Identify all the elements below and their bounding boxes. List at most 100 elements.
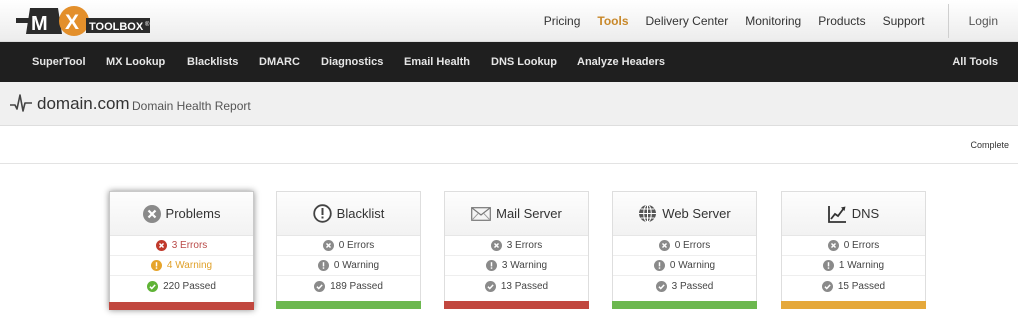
status-bar	[612, 301, 757, 309]
passed-row[interactable]: 15 Passed	[782, 276, 925, 296]
status-strip	[0, 126, 1018, 164]
nav-divider	[947, 4, 949, 38]
error-icon	[490, 240, 502, 251]
top-nav-menu: Pricing Tools Delivery Center Monitoring…	[544, 0, 1018, 42]
card-title: Blacklist	[336, 206, 385, 221]
passed-count: 3 Passed	[671, 280, 714, 292]
card-mail-server[interactable]: Mail Server 3 Errors 3 Warning 13 Passed	[444, 191, 589, 309]
nav-delivery-center[interactable]: Delivery Center	[646, 14, 729, 28]
warning-icon	[150, 260, 162, 271]
card-header: DNS	[782, 192, 925, 236]
errors-count: 3 Errors	[171, 240, 208, 251]
check-icon	[484, 280, 496, 292]
check-icon	[314, 280, 326, 292]
logo-word: TOOLBOX	[89, 21, 144, 33]
card-problems[interactable]: Problems 3 Errors 4 Warning 220 Passed	[109, 191, 254, 310]
chart-icon	[827, 205, 847, 223]
card-dns[interactable]: DNS 0 Errors 1 Warning 15 Passed	[781, 191, 926, 309]
warning-icon	[317, 260, 329, 271]
login-link[interactable]: Login	[969, 14, 998, 28]
domain-name: domain.com	[37, 94, 130, 113]
check-icon	[147, 280, 159, 292]
error-icon	[658, 240, 670, 251]
logo-x: X	[65, 11, 79, 34]
card-header: Mail Server	[445, 192, 588, 236]
card-title: Problems	[165, 206, 221, 221]
report-subtitle: Domain Health Report	[132, 99, 251, 113]
tools-bar: SuperTool MX Lookup Blacklists DMARC Dia…	[0, 42, 1018, 82]
error-icon	[322, 240, 334, 251]
passed-count: 189 Passed	[330, 280, 383, 292]
errors-count: 0 Errors	[338, 240, 375, 251]
warnings-count: 0 Warning	[669, 260, 716, 271]
warnings-count: 0 Warning	[333, 260, 380, 271]
passed-row[interactable]: 13 Passed	[445, 276, 588, 296]
tool-mx-lookup[interactable]: MX Lookup	[106, 56, 165, 68]
errors-row[interactable]: 0 Errors	[782, 236, 925, 256]
all-tools-link[interactable]: All Tools	[952, 56, 998, 68]
card-header: Blacklist	[277, 192, 420, 236]
warnings-row[interactable]: 3 Warning	[445, 256, 588, 276]
nav-monitoring[interactable]: Monitoring	[745, 14, 801, 28]
status-bar	[444, 301, 589, 309]
tool-email-health[interactable]: Email Health	[404, 56, 470, 68]
alert-circle-icon	[312, 204, 332, 223]
globe-icon	[638, 204, 657, 223]
tool-blacklists[interactable]: Blacklists	[187, 56, 238, 68]
warnings-row[interactable]: 1 Warning	[782, 256, 925, 276]
check-icon	[655, 280, 667, 292]
card-header: Web Server	[613, 192, 756, 236]
card-blacklist[interactable]: Blacklist 0 Errors 0 Warning 189 Passed	[276, 191, 421, 309]
errors-count: 3 Errors	[506, 240, 543, 251]
passed-count: 15 Passed	[837, 280, 886, 292]
envelope-icon	[471, 206, 492, 221]
errors-row[interactable]: 3 Errors	[110, 236, 253, 256]
mxtoolbox-logo[interactable]: M X TOOLBOX ®	[16, 4, 154, 38]
warnings-count: 3 Warning	[501, 260, 548, 271]
warning-icon	[485, 260, 497, 271]
warning-icon	[822, 260, 834, 271]
card-title: Mail Server	[496, 206, 562, 221]
svg-text:®: ®	[145, 21, 150, 28]
card-header: Problems	[110, 192, 253, 236]
error-icon	[155, 240, 167, 251]
tool-dmarc[interactable]: DMARC	[259, 56, 300, 68]
pulse-icon	[10, 94, 32, 112]
passed-count: 13 Passed	[500, 280, 549, 292]
status-text: Complete	[970, 140, 1009, 150]
errors-count: 0 Errors	[843, 240, 880, 251]
passed-row[interactable]: 189 Passed	[277, 276, 420, 296]
logo-m: M	[31, 13, 48, 35]
errors-row[interactable]: 0 Errors	[613, 236, 756, 256]
check-icon	[821, 280, 833, 292]
x-circle-icon	[142, 204, 161, 223]
card-web-server[interactable]: Web Server 0 Errors 0 Warning 3 Passed	[612, 191, 757, 309]
nav-pricing[interactable]: Pricing	[544, 14, 581, 28]
top-navigation: M X TOOLBOX ® Pricing Tools Delivery Cen…	[0, 0, 1018, 42]
status-bar	[109, 302, 254, 310]
errors-row[interactable]: 0 Errors	[277, 236, 420, 256]
error-icon	[827, 240, 839, 251]
card-title: DNS	[851, 206, 880, 221]
tool-dns-lookup[interactable]: DNS Lookup	[491, 56, 557, 68]
warning-icon	[653, 260, 665, 271]
warnings-row[interactable]: 0 Warning	[613, 256, 756, 276]
passed-count: 220 Passed	[163, 280, 216, 292]
warnings-row[interactable]: 0 Warning	[277, 256, 420, 276]
passed-row[interactable]: 220 Passed	[110, 276, 253, 296]
errors-count: 0 Errors	[674, 240, 711, 251]
warnings-count: 4 Warning	[166, 260, 213, 271]
nav-products[interactable]: Products	[818, 14, 865, 28]
nav-tools[interactable]: Tools	[597, 14, 628, 28]
warnings-row[interactable]: 4 Warning	[110, 256, 253, 276]
tool-supertool[interactable]: SuperTool	[32, 56, 86, 68]
card-title: Web Server	[662, 206, 731, 221]
passed-row[interactable]: 3 Passed	[613, 276, 756, 296]
status-bar	[781, 301, 926, 309]
status-bar	[276, 301, 421, 309]
tool-diagnostics[interactable]: Diagnostics	[321, 56, 383, 68]
warnings-count: 1 Warning	[838, 260, 885, 271]
tool-analyze-headers[interactable]: Analyze Headers	[577, 56, 665, 68]
nav-support[interactable]: Support	[883, 14, 925, 28]
errors-row[interactable]: 3 Errors	[445, 236, 588, 256]
